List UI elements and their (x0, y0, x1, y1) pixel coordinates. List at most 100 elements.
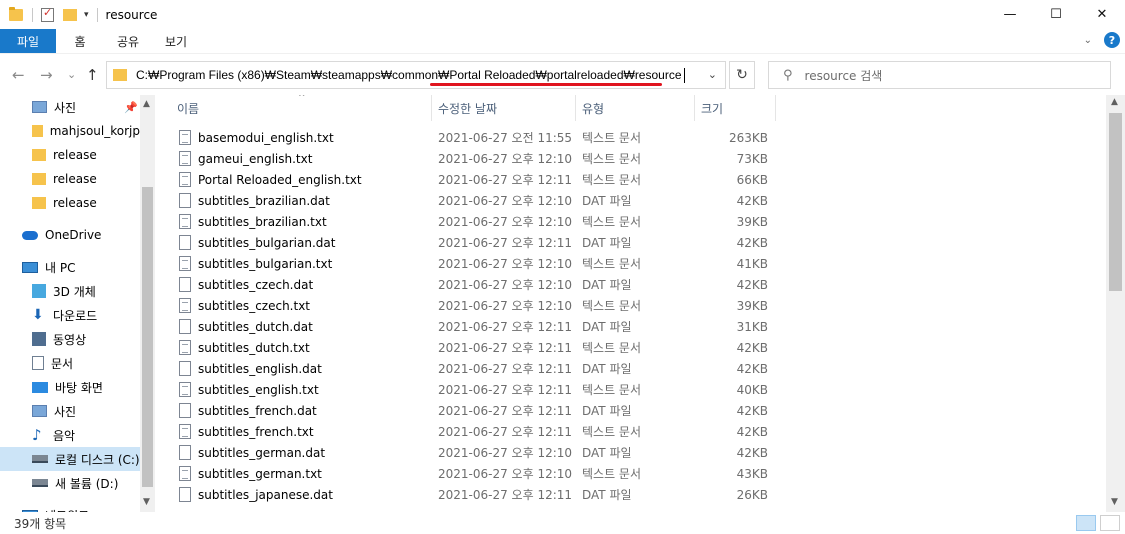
folder-icon (9, 6, 23, 21)
help-icon[interactable]: ? (1104, 32, 1120, 48)
sidebar-item[interactable]: 동영상 (0, 327, 140, 351)
tab-home[interactable]: 홈 (56, 29, 104, 53)
column-type[interactable]: 유형 (576, 95, 694, 121)
column-name[interactable]: 이름 (171, 95, 431, 121)
tab-share[interactable]: 공유 (104, 29, 152, 53)
file-row[interactable]: subtitles_english.txt 2021-06-27 오후 12:11… (155, 379, 1106, 400)
minimize-button[interactable]: — (987, 0, 1033, 29)
file-row[interactable]: subtitles_japanese.dat 2021-06-27 오후 12:1… (155, 484, 1106, 505)
maximize-button[interactable]: ☐ (1033, 0, 1079, 29)
sidebar-item[interactable]: ♪ 음악 (0, 423, 140, 447)
folder-icon (113, 69, 127, 81)
file-row[interactable]: subtitles_german.dat 2021-06-27 오후 12:10 D… (155, 442, 1106, 463)
recent-locations-button[interactable]: ⌄ (67, 68, 76, 81)
details-view-button[interactable] (1076, 515, 1096, 531)
sidebar-item[interactable]: ⬇ 다운로드 (0, 303, 140, 327)
file-row[interactable]: subtitles_bulgarian.dat 2021-06-27 오후 12:… (155, 232, 1106, 253)
refresh-button[interactable]: ↻ (729, 61, 755, 89)
tab-view[interactable]: 보기 (152, 29, 200, 53)
sidebar-item[interactable]: 3D 개체 (0, 279, 140, 303)
sidebar-item[interactable]: release (0, 191, 140, 215)
file-list-scrollbar[interactable]: ▲ ▼ (1106, 95, 1125, 512)
file-row[interactable]: gameui_english.txt 2021-06-27 오후 12:10 텍스트… (155, 148, 1106, 169)
column-size[interactable]: 크기 (695, 95, 775, 121)
file-size: 42KB (736, 277, 768, 292)
up-button[interactable]: ↑ (86, 66, 99, 84)
file-icon (179, 319, 191, 334)
navigation-bar: ← → ⌄ ↑ C:₩Program Files (x86)₩Steam₩ste… (0, 53, 1125, 95)
file-row[interactable]: subtitles_dutch.txt 2021-06-27 오후 12:11 텍스… (155, 337, 1106, 358)
file-row[interactable]: subtitles_czech.txt 2021-06-27 오후 12:10 텍스… (155, 295, 1106, 316)
sidebar-item-label: 사진 (54, 100, 77, 115)
file-name: subtitles_brazilian.dat (198, 193, 330, 208)
file-row[interactable]: basemodui_english.txt 2021-06-27 오전 11:55… (155, 127, 1106, 148)
file-row[interactable]: subtitles_czech.dat 2021-06-27 오후 12:10 DA… (155, 274, 1106, 295)
scroll-up-icon[interactable]: ▲ (143, 99, 150, 109)
back-button[interactable]: ← (12, 66, 25, 84)
sidebar-item[interactable]: 사진 📌 (0, 95, 140, 119)
file-date: 2021-06-27 오후 12:10 (438, 215, 573, 229)
sidebar-item[interactable]: 문서 (0, 351, 140, 375)
sidebar-item[interactable]: OneDrive (0, 223, 140, 247)
close-button[interactable]: ✕ (1079, 0, 1125, 29)
file-icon (179, 487, 191, 502)
sidebar-item[interactable]: 새 볼륨 (D:) (0, 471, 140, 495)
large-icons-view-button[interactable] (1100, 515, 1120, 531)
customize-toolbar-icon[interactable]: ▾ (84, 10, 89, 20)
file-name: subtitles_german.txt (198, 466, 322, 481)
navigation-pane: 사진 📌 mahjsoul_korjp release release release On… (0, 95, 155, 512)
scroll-up-icon[interactable]: ▲ (1111, 97, 1118, 107)
address-dropdown-icon[interactable]: ⌄ (708, 68, 717, 81)
search-icon: ⚲ (783, 67, 793, 83)
file-size: 39KB (736, 298, 768, 313)
file-type: DAT 파일 (582, 446, 632, 460)
file-row[interactable]: Portal Reloaded_english.txt 2021-06-27 오후… (155, 169, 1106, 190)
file-row[interactable]: subtitles_bulgarian.txt 2021-06-27 오후 12:… (155, 253, 1106, 274)
pc-icon (22, 261, 38, 273)
scrollbar-thumb[interactable] (1109, 113, 1122, 291)
file-type: 텍스트 문서 (582, 467, 642, 481)
sidebar-item-label: release (53, 148, 97, 162)
tab-file[interactable]: 파일 (0, 29, 56, 53)
properties-icon[interactable] (41, 6, 54, 22)
file-row[interactable]: subtitles_french.dat 2021-06-27 오후 12:11 D… (155, 400, 1106, 421)
sidebar-item[interactable]: 바탕 화면 (0, 375, 140, 399)
drive-icon (32, 455, 48, 463)
file-date: 2021-06-27 오후 12:11 (438, 362, 573, 376)
scroll-down-icon[interactable]: ▼ (1111, 497, 1118, 507)
file-row[interactable]: subtitles_brazilian.txt 2021-06-27 오후 12:… (155, 211, 1106, 232)
expand-ribbon-icon[interactable]: ⌄ (1084, 35, 1092, 46)
folder-icon (32, 197, 46, 209)
navigation-pane-scrollbar[interactable]: ▲ ▼ (140, 95, 155, 512)
file-type: DAT 파일 (582, 488, 632, 502)
file-row[interactable]: subtitles_french.txt 2021-06-27 오후 12:11 텍… (155, 421, 1106, 442)
scroll-down-icon[interactable]: ▼ (143, 497, 150, 507)
sidebar-item[interactable]: 네트워크 (0, 503, 140, 512)
sidebar-item[interactable]: mahjsoul_korjp (0, 119, 140, 143)
sidebar-item[interactable]: 사진 (0, 399, 140, 423)
address-path[interactable]: C:₩Program Files (x86)₩Steam₩steamapps₩c… (136, 68, 682, 82)
scrollbar-thumb[interactable] (142, 187, 153, 487)
file-row[interactable]: subtitles_dutch.dat 2021-06-27 오후 12:11 DA… (155, 316, 1106, 337)
file-name: gameui_english.txt (198, 151, 313, 166)
file-type: 텍스트 문서 (582, 341, 642, 355)
file-date: 2021-06-27 오후 12:10 (438, 446, 573, 460)
3d-objects-icon (32, 284, 46, 298)
sidebar-item[interactable]: 로컬 디스크 (C:) (0, 447, 140, 471)
file-row[interactable]: subtitles_brazilian.dat 2021-06-27 오후 12:… (155, 190, 1106, 211)
forward-button[interactable]: → (40, 66, 53, 84)
text-file-icon (179, 340, 191, 355)
column-divider[interactable] (775, 95, 776, 121)
file-row[interactable]: subtitles_english.dat 2021-06-27 오후 12:11… (155, 358, 1106, 379)
column-date[interactable]: 수정한 날짜 (432, 95, 575, 121)
new-folder-icon[interactable] (63, 8, 77, 21)
sidebar-item[interactable]: release (0, 143, 140, 167)
file-type: DAT 파일 (582, 278, 632, 292)
sidebar-item[interactable]: release (0, 167, 140, 191)
file-size: 42KB (736, 235, 768, 250)
sidebar-item[interactable]: 내 PC (0, 255, 140, 279)
search-box[interactable]: ⚲ resource 검색 (768, 61, 1111, 89)
text-file-icon (179, 172, 191, 187)
sidebar-item-label: 음악 (53, 428, 76, 443)
file-row[interactable]: subtitles_german.txt 2021-06-27 오후 12:10 텍… (155, 463, 1106, 484)
